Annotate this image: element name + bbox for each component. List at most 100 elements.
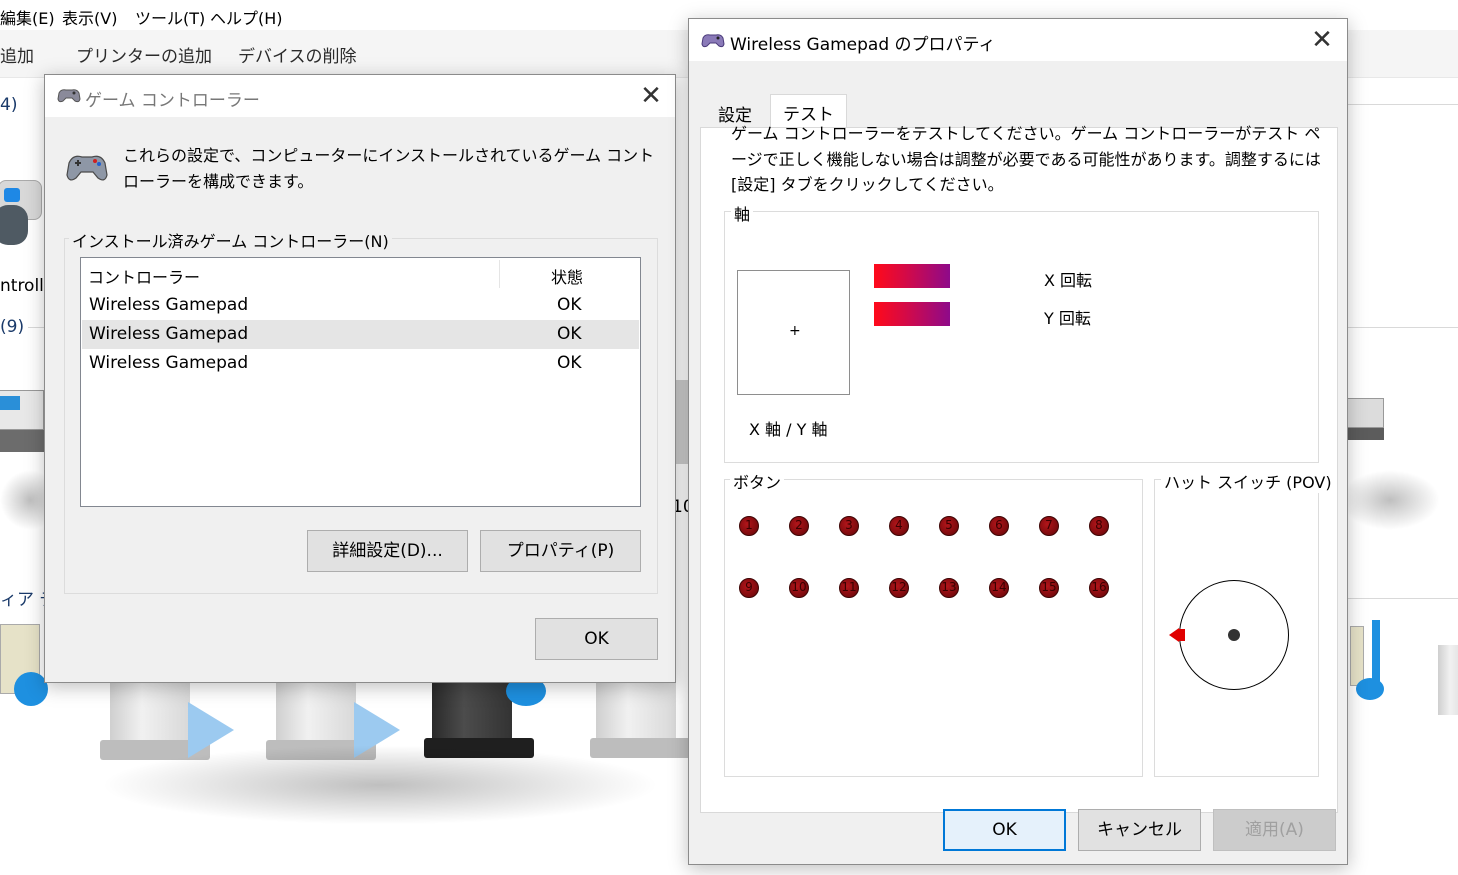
media-device-icon[interactable] [0,620,50,710]
list-item-selected[interactable]: Wireless Gamepad OK [82,320,639,349]
desktop: 編集(E) 表示(V) ツール(T) ヘルプ(H) 追加 プリンターの追加 デバ… [0,0,1458,875]
gamepad-button-indicator: 6 [989,516,1009,536]
gamepad-button-number: 2 [795,518,803,532]
gamepad-properties-dialog: Wireless Gamepad のプロパティ ✕ 設定 テスト ゲーム コント… [688,18,1348,865]
gamepad-button-indicator: 9 [739,578,759,598]
y-rotation-bar [874,302,950,326]
gamepad-button-number: 14 [991,580,1007,594]
axes-group-label: 軸 [731,201,754,225]
add-printer-command[interactable]: プリンターの追加 [76,42,212,67]
section-divider [1348,104,1458,105]
game-controllers-dialog: ゲーム コントローラー ✕ これらの設定で、コンピューターにインストールされてい… [44,74,676,683]
gamepad-button-indicator: 14 [989,578,1009,598]
properties-titlebar[interactable]: Wireless Gamepad のプロパティ ✕ [689,19,1347,61]
gamepad-button-number: 7 [1045,518,1053,532]
controller-name: Wireless Gamepad [89,295,249,315]
xy-axis-label: X 軸 / Y 軸 [749,420,828,439]
media-server-icon-right[interactable] [1438,645,1458,715]
gamepad-button-number: 11 [841,580,857,594]
icon-shadow [1340,470,1440,530]
gamepad-button-number: 12 [891,580,907,594]
dialog-title: Wireless Gamepad のプロパティ [730,35,996,55]
pov-center-dot [1228,629,1240,641]
add-device-command[interactable]: 追加 [0,42,34,67]
printer-device-icon[interactable] [0,380,48,460]
column-controller[interactable]: コントローラー [88,264,200,288]
gamepad-button-indicator: 12 [889,578,909,598]
x-rotation-label: X 回転 [1044,271,1093,290]
ok-button[interactable]: OK [943,809,1066,851]
music-device-icon[interactable] [1350,620,1410,710]
buttons-group-label: ボタン [730,469,785,493]
gamepad-button-indicator: 10 [789,578,809,598]
section-divider [1348,327,1458,328]
group-label: インストール済みゲーム コントローラー(N) [69,228,392,252]
controller-status: OK [557,353,582,373]
gamepad-button-number: 6 [995,518,1003,532]
buttons-group [724,479,1143,777]
gamepad-button-number: 15 [1041,580,1057,594]
icon-shadow [100,745,660,825]
pov-direction-arrow-tail [1179,629,1185,641]
gamepad-button-indicator: 3 [839,516,859,536]
x-rotation-bar [874,264,950,288]
xy-crosshair: + [789,323,801,339]
menu-tools[interactable]: ツール(T) [135,5,205,29]
gamepad-button-number: 5 [945,518,953,532]
printer-device-icon-right[interactable] [1346,380,1386,450]
game-controllers-titlebar[interactable]: ゲーム コントローラー ✕ [45,75,675,117]
gamepad-button-indicator: 5 [939,516,959,536]
gamepad-button-number: 1 [745,518,753,532]
ok-button[interactable]: OK [535,618,658,660]
remove-device-command[interactable]: デバイスの削除 [238,42,357,67]
gamepad-device-icon[interactable] [0,160,48,250]
gamepad-button-number: 10 [791,580,807,594]
gamepad-button-indicator: 15 [1039,578,1059,598]
gamepad-icon [701,34,725,48]
list-header: コントローラー 状態 [81,258,640,290]
advanced-settings-button[interactable]: 詳細設定(D)... [307,530,468,572]
close-button[interactable]: ✕ [636,81,666,111]
menu-help[interactable]: ヘルプ(H) [210,5,283,29]
gamepad-button-indicator: 16 [1089,578,1109,598]
gamepad-button-number: 16 [1091,580,1107,594]
controller-name: Wireless Gamepad [89,353,249,373]
gamepad-button-indicator: 7 [1039,516,1059,536]
section-divider [1348,598,1458,599]
section-count-printers: (9) [0,317,25,337]
gamepad-button-number: 13 [941,580,957,594]
gamepad-button-number: 3 [845,518,853,532]
controller-status: OK [557,324,582,344]
gamepad-icon [57,89,81,103]
menu-edit[interactable]: 編集(E) [0,5,55,29]
gamepad-button-indicator: 4 [889,516,909,536]
menu-view[interactable]: 表示(V) [62,5,117,29]
section-count-devices: 4) [0,95,18,115]
gamepad-button-indicator: 13 [939,578,959,598]
gamepad-button-number: 4 [895,518,903,532]
gamepad-button-indicator: 8 [1089,516,1109,536]
dialog-description: これらの設定で、コンピューターにインストールされているゲーム コントローラーを構… [123,146,655,191]
apply-button[interactable]: 適用(A) [1213,809,1336,851]
gamepad-button-number: 8 [1095,518,1103,532]
gamepad-button-indicator: 1 [739,516,759,536]
gamepad-large-icon [66,155,108,181]
y-rotation-label: Y 回転 [1044,309,1091,328]
list-item[interactable]: Wireless Gamepad OK [82,349,639,378]
controller-name: Wireless Gamepad [89,324,249,344]
controllers-list[interactable]: コントローラー 状態 Wireless Gamepad OK Wireless … [80,257,641,507]
test-description: ゲーム コントローラーをテストしてください。ゲーム コントローラーがテスト ペー… [731,124,1321,194]
gamepad-button-number: 9 [745,580,753,594]
cancel-button[interactable]: キャンセル [1078,809,1201,851]
close-button[interactable]: ✕ [1307,25,1337,55]
controller-status: OK [557,295,582,315]
pov-group-label: ハット スイッチ (POV) [1161,469,1335,493]
dialog-title: ゲーム コントローラー [85,91,260,111]
properties-button[interactable]: プロパティ(P) [480,530,641,572]
column-status[interactable]: 状態 [551,264,583,288]
gamepad-button-indicator: 11 [839,578,859,598]
list-item[interactable]: Wireless Gamepad OK [82,291,639,320]
xy-axis-box: + [737,270,850,395]
gamepad-button-indicator: 2 [789,516,809,536]
column-divider [499,260,500,288]
